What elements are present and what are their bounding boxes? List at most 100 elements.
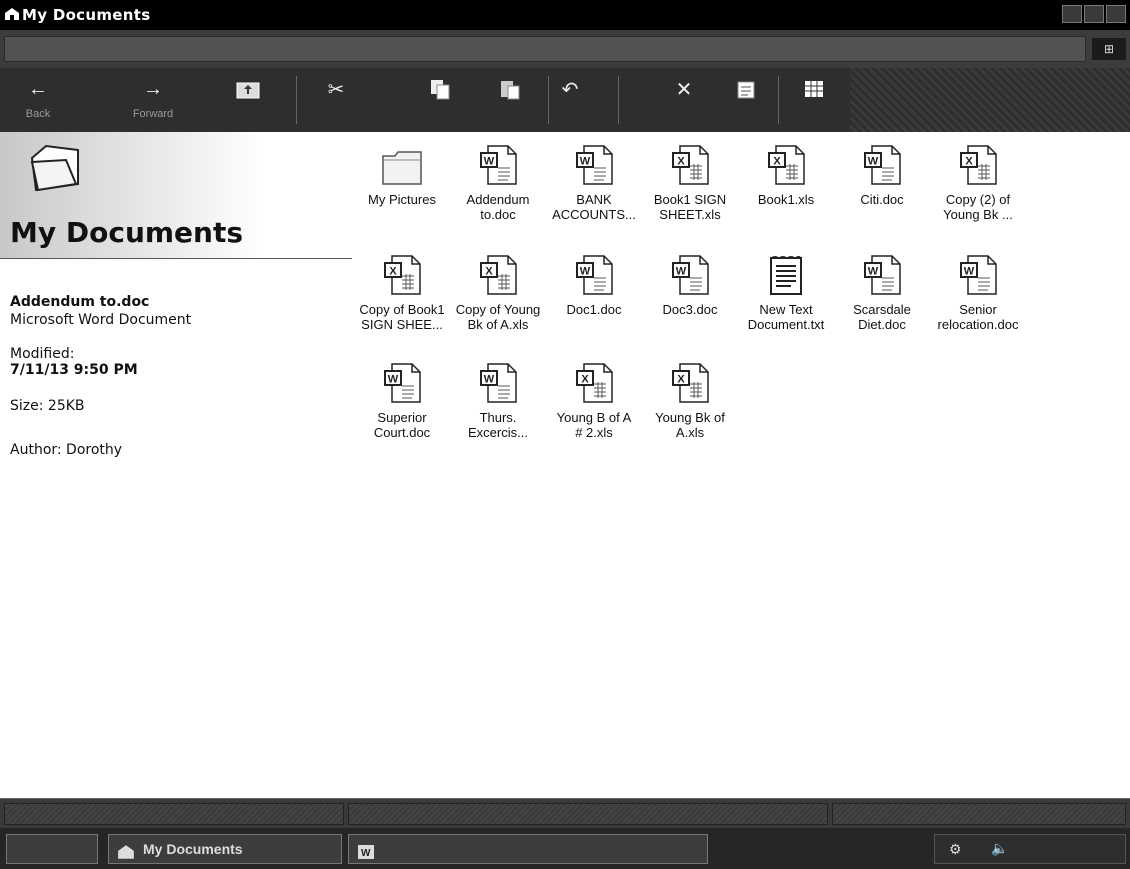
file-item[interactable]: W Senior relocation.doc [930, 252, 1026, 332]
status-segment [4, 803, 344, 825]
file-name-line-1: Superior [377, 410, 427, 425]
file-item[interactable]: W Scarsdale Diet.doc [834, 252, 930, 332]
file-name-line-2: SIGN SHEE... [361, 317, 443, 332]
file-item[interactable]: X Book1 SIGN SHEET.xls [642, 142, 738, 222]
toolbar-separator [778, 76, 779, 124]
forward-button[interactable]: → Forward [118, 68, 188, 132]
file-name-line-1: Citi.doc [860, 192, 904, 207]
file-name-line-2: Young Bk ... [943, 207, 1013, 222]
excel-sheet-icon: X [354, 252, 450, 296]
start-button[interactable] [6, 834, 98, 864]
open-folder-icon [28, 140, 84, 201]
file-item[interactable]: X Book1.xls [738, 142, 834, 207]
svg-text:W: W [580, 156, 591, 168]
folder-icon [354, 142, 450, 186]
file-name-line-2: ACCOUNTS... [552, 207, 636, 222]
file-list-area[interactable]: My Pictures W Addendum to.doc W BANK ACCOUNTS.… [352, 132, 1130, 798]
maximize-button[interactable] [1084, 5, 1104, 23]
file-name-line-1: Doc3.doc [662, 302, 718, 317]
file-name-line-1: Young B of A [556, 410, 632, 425]
file-name-line-1: Copy of Book1 [359, 302, 445, 317]
toolbar: ← Back → Forward ✂ ↶ ✕ [0, 68, 1130, 132]
file-name-line-2: Court.doc [373, 425, 431, 440]
word-doc-icon: W [930, 252, 1026, 296]
file-item[interactable]: W Citi.doc [834, 142, 930, 207]
file-item[interactable]: X Copy of Book1 SIGN SHEE... [354, 252, 450, 332]
file-name-line-1: Young Bk of [655, 410, 725, 425]
close-button[interactable] [1106, 5, 1126, 23]
word-doc-icon: W [834, 142, 930, 186]
back-button[interactable]: ← Back [8, 68, 68, 132]
selected-file-name: Addendum to.doc [10, 294, 150, 310]
word-doc-icon: W [450, 142, 546, 186]
file-item[interactable]: X Young Bk of A.xls [642, 360, 738, 440]
svg-text:W: W [484, 156, 495, 168]
back-label: Back [25, 108, 51, 120]
undo-icon: ↶ [561, 78, 579, 101]
file-name-line-1: Scarsdale [853, 302, 911, 317]
file-name-line-1: My Pictures [368, 192, 436, 207]
taskbar-item-my-documents[interactable]: My Documents [108, 834, 342, 864]
undo-button[interactable]: ↶ [550, 68, 590, 132]
file-name-line-1: Senior [959, 302, 997, 317]
paste-button[interactable] [490, 68, 530, 132]
taskbar-item-label: My Documents [143, 841, 243, 857]
file-name-line-1: Copy of Young [455, 302, 541, 317]
svg-text:W: W [388, 374, 399, 386]
file-item[interactable]: My Pictures [354, 142, 450, 207]
word-doc-icon: W [834, 252, 930, 296]
menu-bar: ⊞ [0, 30, 1130, 68]
file-item[interactable]: New Text Document.txt [738, 252, 834, 332]
excel-sheet-icon: X [642, 360, 738, 404]
svg-text:X: X [485, 266, 493, 278]
file-name-line-2: to.doc [480, 207, 516, 222]
selected-file-type: Microsoft Word Document [10, 312, 192, 328]
svg-text:W: W [964, 266, 975, 278]
file-name-line-2: Document.txt [747, 317, 825, 332]
svg-text:W: W [580, 266, 591, 278]
file-item[interactable]: X Copy of Young Bk of A.xls [450, 252, 546, 332]
system-tray[interactable]: ⚙ 🔈 [934, 834, 1126, 864]
taskbar-item-word[interactable]: W [348, 834, 708, 864]
file-name-line-1: Book1 SIGN [653, 192, 727, 207]
file-item[interactable]: W Superior Court.doc [354, 360, 450, 440]
speaker-icon: 🔈 [991, 840, 1009, 856]
file-name-line-1: Book1.xls [757, 192, 815, 207]
menu-strip[interactable] [4, 36, 1086, 62]
file-name-line-2: Diet.doc [858, 317, 906, 332]
excel-sheet-icon: X [930, 142, 1026, 186]
file-item[interactable]: X Young B of A # 2.xls [546, 360, 642, 440]
details-pane: My Documents Addendum to.doc Microsoft W… [0, 132, 352, 798]
file-name-line-2: A.xls [675, 425, 705, 440]
text-file-icon [738, 252, 834, 296]
svg-text:W: W [361, 848, 371, 859]
cut-button[interactable]: ✂ [316, 68, 356, 132]
file-item[interactable]: W Doc1.doc [546, 252, 642, 317]
views-button[interactable] [794, 68, 834, 132]
minimize-button[interactable] [1062, 5, 1082, 23]
status-segment [348, 803, 828, 825]
properties-button[interactable] [726, 68, 766, 132]
file-item[interactable]: W Doc3.doc [642, 252, 738, 317]
file-name-line-1: BANK [576, 192, 612, 207]
folder-home-icon [4, 7, 20, 26]
file-item[interactable]: W Addendum to.doc [450, 142, 546, 222]
properties-icon [732, 76, 760, 102]
up-folder-icon [234, 76, 262, 102]
file-item[interactable]: X Copy (2) of Young Bk ... [930, 142, 1026, 222]
up-folder-button[interactable] [226, 68, 270, 132]
excel-sheet-icon: X [450, 252, 546, 296]
delete-icon: ✕ [675, 78, 693, 101]
file-item[interactable]: W BANK ACCOUNTS... [546, 142, 642, 222]
word-doc-icon: W [642, 252, 738, 296]
pane-heading: My Documents [10, 216, 244, 249]
file-name-line-2: Excercis... [468, 425, 528, 440]
delete-button[interactable]: ✕ [664, 68, 704, 132]
window-title-bar[interactable]: My Documents [0, 0, 1130, 30]
toolbar-separator [548, 76, 549, 124]
copy-button[interactable] [420, 68, 460, 132]
svg-text:X: X [581, 374, 589, 386]
paste-icon [496, 76, 524, 102]
file-item[interactable]: W Thurs. Excercis... [450, 360, 546, 440]
back-arrow-icon: ← [28, 77, 48, 100]
